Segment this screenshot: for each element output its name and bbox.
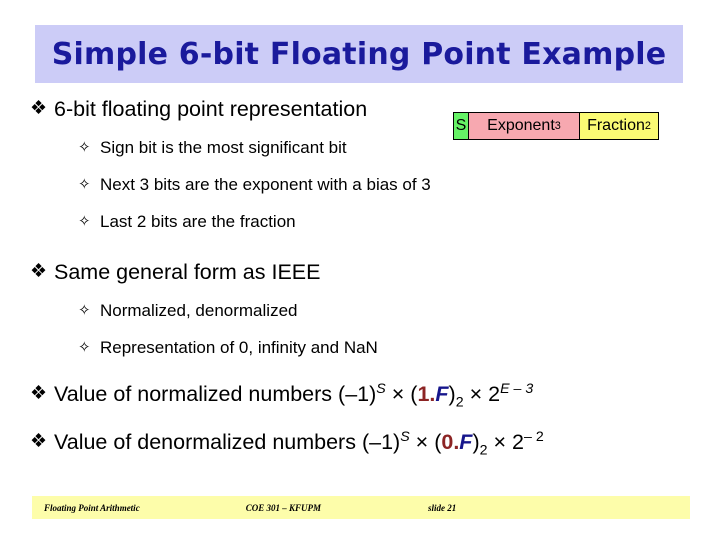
list-item: ✧ Sign bit is the most significant bit <box>0 134 720 162</box>
bullet-diamond-icon: ❖ <box>30 98 48 119</box>
bullet-diamond-icon: ❖ <box>30 383 48 404</box>
page-title: Simple 6-bit Floating Point Example <box>51 36 667 72</box>
footer-course: COE 301 – KFUPM <box>245 502 321 513</box>
formula-denormalized-sign-exp: S <box>400 428 410 445</box>
section-heading-2: ❖ Same general form as IEEE <box>0 257 720 287</box>
formula-normalized-times-1: × <box>391 382 405 406</box>
list-item-text: Sign bit is the most significant bit <box>100 138 347 157</box>
section-heading-1: ❖ 6-bit floating point representation <box>0 94 720 124</box>
bullet-diamond-icon: ❖ <box>30 261 48 282</box>
formula-denormalized-text: Value of denormalized numbers (–1)S × (0… <box>54 427 544 459</box>
formula-denormalized-times-1: × <box>415 430 429 454</box>
bullet-hollow-diamond-icon: ✧ <box>78 139 91 156</box>
slide-footer: Floating Point Arithmetic COE 301 – KFUP… <box>32 496 690 519</box>
formula-normalized-power-exp: E – 3 <box>500 380 534 397</box>
formula-normalized-lead: Value of normalized numbers <box>54 382 333 406</box>
list-item-text: Normalized, denormalized <box>100 301 298 320</box>
formula-denormalized-fraction-var: F <box>459 430 473 454</box>
formula-normalized-leading-digit: 1. <box>417 382 436 406</box>
formula-normalized: ❖ Value of normalized numbers (–1)S × (1… <box>0 379 720 411</box>
formula-denormalized-power-exp: – 2 <box>524 428 544 445</box>
formula-normalized-radix: 2 <box>455 394 464 411</box>
formula-normalized-fraction-var: F <box>435 382 449 406</box>
formula-denormalized-leading-digit: 0. <box>441 430 460 454</box>
formula-denormalized-lead: Value of denormalized numbers <box>54 430 356 454</box>
formula-normalized-power-base: 2 <box>488 382 501 406</box>
list-item: ✧ Next 3 bits are the exponent with a bi… <box>0 171 720 199</box>
bullet-hollow-diamond-icon: ✧ <box>78 176 91 193</box>
formula-denormalized-radix: 2 <box>479 442 488 459</box>
formula-denormalized-power-base: 2 <box>512 430 524 454</box>
slide-content: ❖ 6-bit floating point representation ✧ … <box>0 94 720 459</box>
footer-slide-number: slide 21 <box>427 502 457 513</box>
formula-denormalized-sign-base: (–1) <box>361 430 401 454</box>
list-item: ✧ Normalized, denormalized <box>0 297 720 325</box>
bullet-hollow-diamond-icon: ✧ <box>78 302 91 319</box>
bullet-hollow-diamond-icon: ✧ <box>78 213 91 230</box>
formula-normalized-sign-exp: S <box>376 380 386 397</box>
formula-normalized-text: Value of normalized numbers (–1)S × (1.F… <box>54 379 534 411</box>
formula-normalized-close-paren: ) <box>448 382 456 406</box>
list-item: ✧ Last 2 bits are the fraction <box>0 208 720 236</box>
section-heading-1-text: 6-bit floating point representation <box>54 97 368 121</box>
formula-denormalized-close-paren: ) <box>472 430 480 454</box>
formula-normalized-times-2: × <box>469 382 483 406</box>
list-item: ✧ Representation of 0, infinity and NaN <box>0 334 720 362</box>
formula-normalized-sign-base: (–1) <box>338 382 377 406</box>
bullet-hollow-diamond-icon: ✧ <box>78 339 91 356</box>
formula-denormalized-times-2: × <box>493 430 507 454</box>
list-item-text: Last 2 bits are the fraction <box>100 212 296 231</box>
formula-denormalized: ❖ Value of denormalized numbers (–1)S × … <box>0 427 720 459</box>
list-item-text: Next 3 bits are the exponent with a bias… <box>100 175 431 194</box>
list-item-text: Representation of 0, infinity and NaN <box>100 338 378 357</box>
section-heading-2-text: Same general form as IEEE <box>54 260 321 284</box>
slide-title-banner: Simple 6-bit Floating Point Example <box>35 25 683 83</box>
bullet-diamond-icon: ❖ <box>30 431 48 452</box>
footer-subject: Floating Point Arithmetic <box>44 502 140 513</box>
